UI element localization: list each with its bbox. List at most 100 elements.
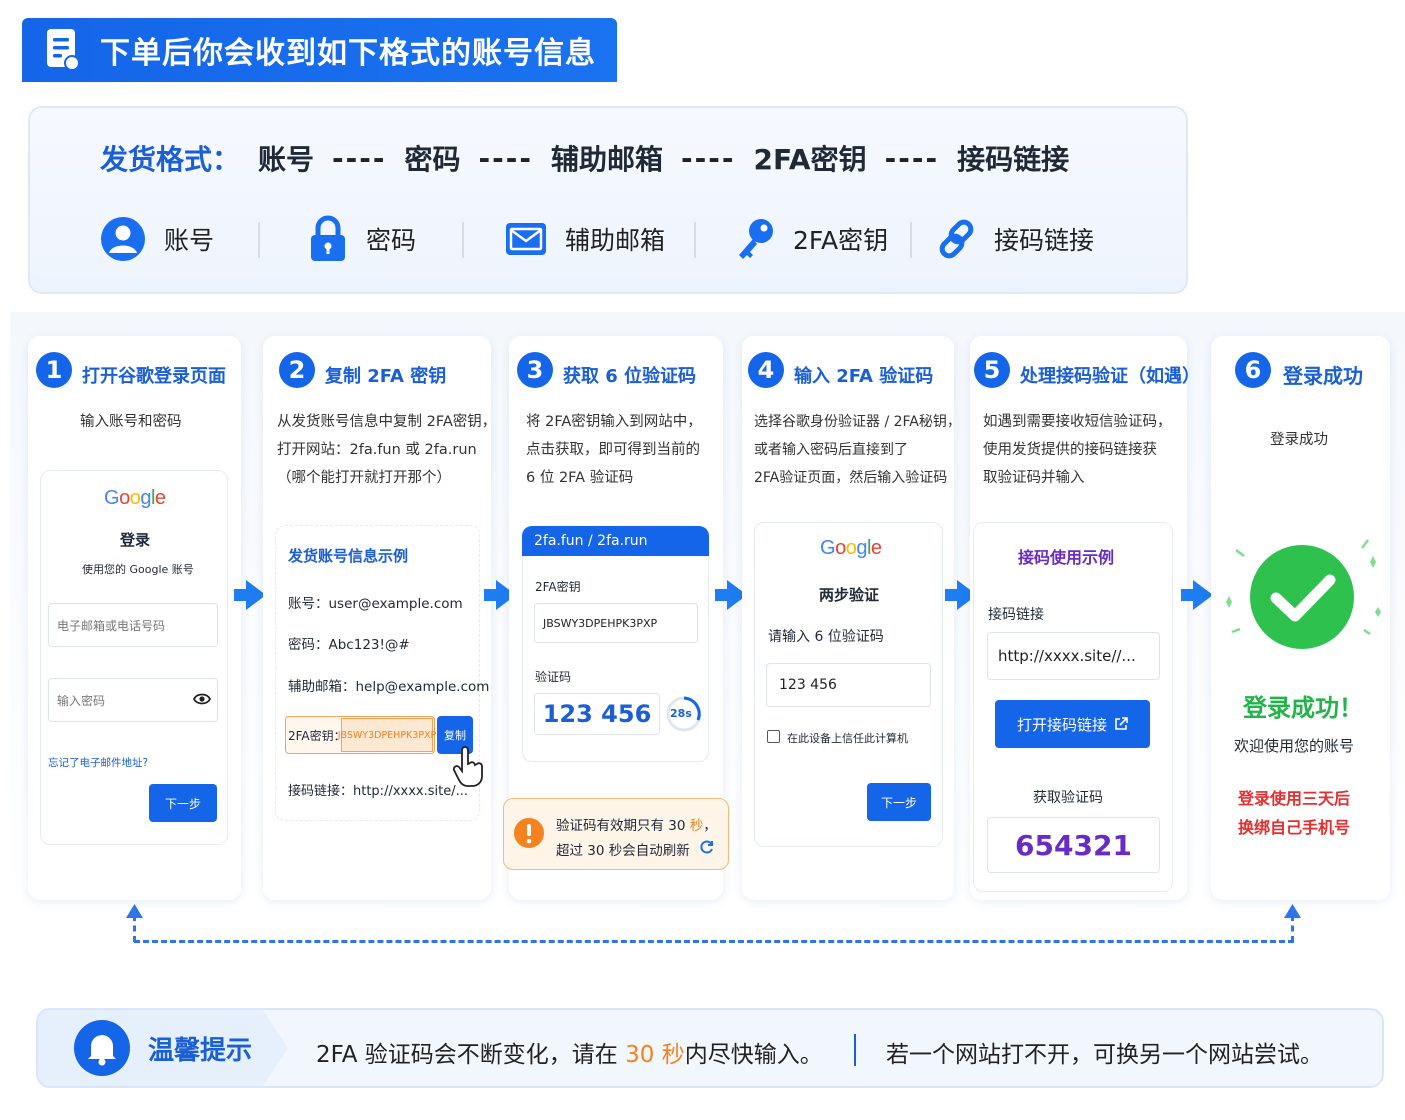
mock-heading: 接码使用示例 <box>1018 548 1115 567</box>
external-link-icon <box>1115 717 1128 730</box>
step-title: 打开谷歌登录页面 <box>82 366 226 387</box>
tip-title: 温馨提示 <box>148 1036 253 1066</box>
step-number: 6 <box>1235 352 1271 388</box>
legend-label: 2FA密钥 <box>793 226 889 255</box>
email-field[interactable]: 电子邮箱或电话号码 <box>48 603 218 647</box>
divider <box>694 222 696 258</box>
step-number: 3 <box>517 352 553 388</box>
loop-line <box>1291 915 1294 942</box>
step-desc: 或者输入密码后直接到了 <box>754 442 908 458</box>
rebind-note: 登录使用三天后 <box>1238 789 1351 808</box>
step-desc: 取验证码并输入 <box>983 470 1085 486</box>
divider <box>854 1034 856 1066</box>
format-separator: ---- <box>478 141 534 175</box>
format-label: 发货格式： <box>100 143 241 176</box>
next-button[interactable]: 下一步 <box>149 784 217 822</box>
account-info-mock <box>275 525 480 821</box>
step-number: 4 <box>748 352 784 388</box>
rebind-note: 换绑自己手机号 <box>1238 818 1351 837</box>
page-title: 下单后你会收到如下格式的账号信息 <box>100 36 596 71</box>
tip-text: 2FA 验证码会不断变化，请在 30 秒内尽快输入。 <box>316 1042 823 1068</box>
eye-icon[interactable] <box>193 692 211 706</box>
link-input[interactable]: http://xxxx.site//... <box>987 632 1160 680</box>
legend-label: 账号 <box>164 226 215 255</box>
format-separator: ---- <box>332 141 387 175</box>
step-number: 5 <box>974 352 1010 388</box>
format-part: 账号 <box>258 143 315 176</box>
legend-label: 密码 <box>366 226 417 255</box>
step-title: 获取 6 位验证码 <box>563 366 697 387</box>
step-desc: 打开网站：2fa.fun 或 2fa.run <box>277 442 477 458</box>
mail-icon <box>506 223 546 255</box>
password-line: 密码：Abc123!@# <box>288 637 410 653</box>
step-title: 处理接码验证（如遇） <box>1020 366 1200 387</box>
divider <box>910 222 912 258</box>
step-desc: 使用发货提供的接码链接获 <box>983 442 1157 458</box>
google-logo: Google <box>820 537 882 559</box>
next-button[interactable]: 下一步 <box>867 783 931 821</box>
account-line: 账号：user@example.com <box>288 596 463 612</box>
divider <box>258 222 260 258</box>
trust-label: 在此设备上信任此计算机 <box>787 732 908 745</box>
success-check-icon <box>1226 539 1381 649</box>
key-icon <box>739 219 773 259</box>
login-heading: 登录 <box>120 531 151 549</box>
legend-item-email: 辅助邮箱 <box>505 212 665 266</box>
code-prompt: 请输入 6 位验证码 <box>768 629 884 645</box>
key-input[interactable]: JBSWY3DPEHPK3PXP <box>534 603 698 643</box>
forgot-email-link[interactable]: 忘记了电子邮件地址? <box>48 755 148 770</box>
refresh-icon <box>700 840 713 854</box>
link-icon <box>939 219 974 259</box>
step-desc: 2FA验证页面，然后输入验证码 <box>754 470 948 486</box>
step-desc: （哪个能打开就打开那个） <box>277 470 451 486</box>
mock-heading: 发货账号信息示例 <box>288 547 409 565</box>
divider <box>462 222 464 258</box>
step-title: 复制 2FA 密钥 <box>325 366 447 387</box>
warning-line-1: 验证码有效期只有 30 秒， <box>556 818 717 834</box>
step-number: 2 <box>279 352 315 388</box>
legend-label: 接码链接 <box>994 226 1095 255</box>
code-input[interactable]: 123 456 <box>766 663 931 707</box>
legend-item-password: 密码 <box>308 212 416 266</box>
site-bar: 2fa.fun / 2fa.run <box>522 526 709 556</box>
step-desc: 6 位 2FA 验证码 <box>526 470 634 486</box>
loop-line <box>133 915 136 942</box>
step-number: 1 <box>36 352 72 388</box>
code-label: 验证码 <box>535 670 572 684</box>
legend-item-account: 账号 <box>100 212 214 266</box>
legend-item-2fa: 2FA密钥 <box>735 212 888 266</box>
email-line: 辅助邮箱：help@example.com <box>288 679 490 695</box>
link-label: 接码链接 <box>988 607 1044 623</box>
step-title: 登录成功 <box>1283 364 1363 388</box>
loop-line <box>134 940 1294 943</box>
warning-line-2: 超过 30 秒会自动刷新 <box>556 843 690 859</box>
two-step-heading: 两步验证 <box>819 586 880 604</box>
format-line: 发货格式： 账号 ---- 密码 ---- 辅助邮箱 ---- 2FA密钥 --… <box>100 138 1087 178</box>
format-separator: ---- <box>884 141 940 175</box>
header-ribbon: 下单后你会收到如下格式的账号信息 <box>22 18 617 82</box>
format-part: 辅助邮箱 <box>551 143 664 176</box>
open-link-button[interactable]: 打开接码链接 <box>995 700 1150 748</box>
step-desc: 从发货账号信息中复制 2FA密钥， <box>277 414 497 430</box>
tip-text-2: 若一个网站打不开，可换另一个网站尝试。 <box>886 1042 1323 1068</box>
loop-arrowhead <box>1284 904 1301 918</box>
link-line: 接码链接：http://xxxx.site/... <box>288 784 468 799</box>
legend-item-link: 接码链接 <box>938 212 1094 266</box>
get-code-label: 获取验证码 <box>1033 790 1103 806</box>
document-icon <box>44 27 82 73</box>
trust-checkbox[interactable] <box>767 730 780 743</box>
format-part: 2FA密钥 <box>753 143 867 176</box>
success-title: 登录成功！ <box>1243 694 1363 722</box>
key-label: 2FA密钥 <box>535 580 581 594</box>
timer-text: 28s <box>670 707 692 720</box>
step-desc: 输入账号和密码 <box>80 414 182 430</box>
bell-icon <box>74 1020 130 1076</box>
format-part: 接码链接 <box>957 143 1070 176</box>
warning-icon <box>514 818 544 848</box>
step-title: 输入 2FA 验证码 <box>794 366 934 387</box>
step-desc: 选择谷歌身份验证器 / 2FA秘钥， <box>754 414 961 430</box>
sms-code: 654321 <box>987 817 1160 873</box>
format-separator: ---- <box>681 141 736 175</box>
login-subheading: 使用您的 Google 账号 <box>82 563 194 576</box>
legend-label: 辅助邮箱 <box>565 226 666 255</box>
